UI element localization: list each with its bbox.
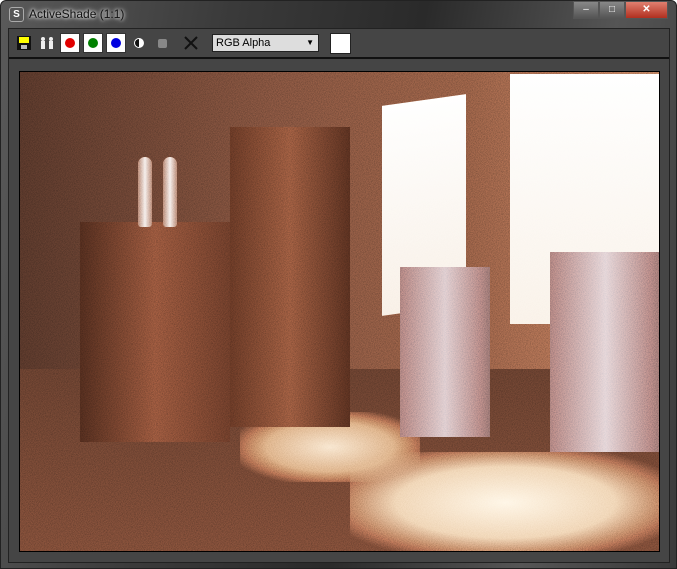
render-viewport[interactable] — [19, 71, 660, 552]
background-button[interactable] — [152, 33, 172, 53]
x-icon — [184, 36, 198, 50]
app-icon[interactable]: S — [9, 7, 24, 22]
chevron-down-icon: ▼ — [306, 38, 314, 47]
red-dot-icon — [65, 38, 75, 48]
client-area: RGB Alpha ▼ — [8, 28, 670, 563]
window-controls: – □ ✕ — [573, 1, 668, 19]
toolbar: RGB Alpha ▼ — [9, 29, 669, 59]
blue-channel-toggle[interactable] — [106, 33, 126, 53]
clone-window-button[interactable] — [37, 33, 57, 53]
activeshade-window: S ActiveShade (1:1) – □ ✕ RGB Alpha ▼ — [0, 0, 677, 569]
close-button[interactable]: ✕ — [625, 1, 668, 19]
red-channel-toggle[interactable] — [60, 33, 80, 53]
green-channel-toggle[interactable] — [83, 33, 103, 53]
clone-icon — [41, 37, 53, 49]
square-icon — [157, 38, 167, 48]
save-image-button[interactable] — [14, 33, 34, 53]
channel-dropdown[interactable]: RGB Alpha ▼ — [212, 34, 319, 52]
minimize-button[interactable]: – — [573, 1, 599, 19]
render-noise — [20, 72, 659, 551]
clear-button[interactable] — [181, 33, 201, 53]
green-dot-icon — [88, 38, 98, 48]
color-swatch[interactable] — [330, 32, 351, 54]
blue-dot-icon — [111, 38, 121, 48]
window-title: ActiveShade (1:1) — [29, 7, 125, 21]
save-icon — [17, 36, 31, 50]
maximize-button[interactable]: □ — [599, 1, 625, 19]
monochrome-button[interactable] — [129, 33, 149, 53]
channel-dropdown-value: RGB Alpha — [216, 37, 271, 49]
half-circle-icon — [134, 38, 144, 48]
